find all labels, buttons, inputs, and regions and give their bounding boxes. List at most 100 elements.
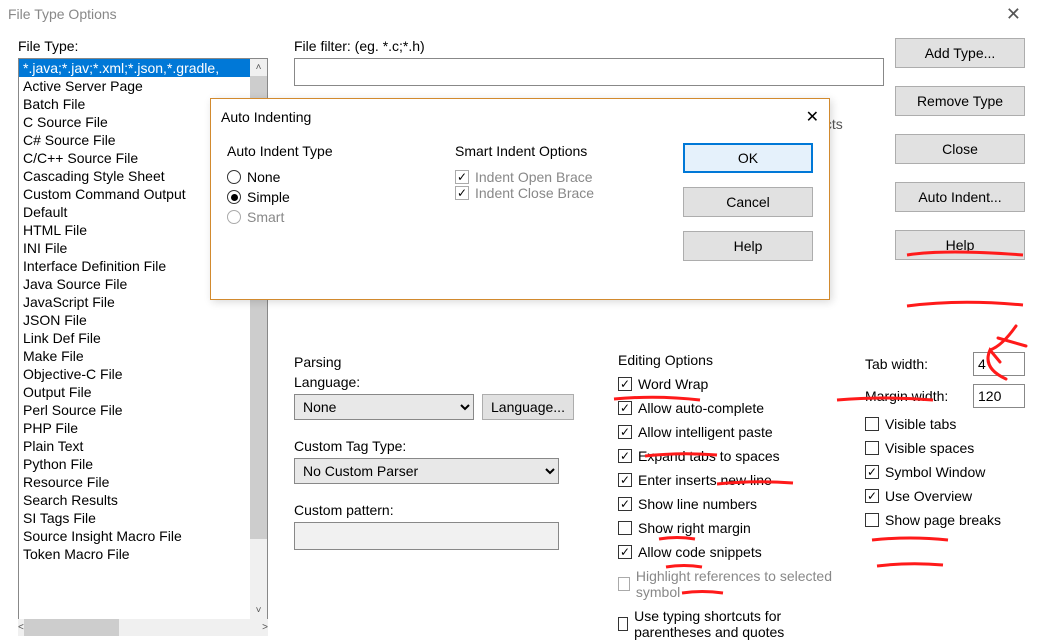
checkbox-icon bbox=[618, 401, 632, 415]
filetype-item[interactable]: JSON File bbox=[19, 311, 250, 329]
checkbox-label: Indent Close Brace bbox=[475, 185, 594, 201]
indent-type-label: Auto Indent Type bbox=[227, 143, 435, 159]
add-type-button[interactable]: Add Type... bbox=[895, 38, 1025, 68]
checkbox-label: Show right margin bbox=[638, 520, 751, 536]
radio-label: None bbox=[247, 169, 280, 185]
filetype-item[interactable]: *.java;*.jav;*.xml;*.json,*.gradle, bbox=[19, 59, 250, 77]
filter-input[interactable] bbox=[294, 58, 884, 86]
checkbox-icon bbox=[865, 465, 879, 479]
checkbox-label: Visible tabs bbox=[885, 416, 956, 432]
editing-checkbox[interactable]: Show right margin bbox=[618, 520, 837, 536]
filetype-item[interactable]: Token Macro File bbox=[19, 545, 250, 563]
auto-indent-button[interactable]: Auto Indent... bbox=[895, 182, 1025, 212]
radio-label: Simple bbox=[247, 189, 290, 205]
auto-indent-dialog: Auto Indenting ✕ Auto Indent Type None Si… bbox=[210, 98, 830, 300]
remove-type-button[interactable]: Remove Type bbox=[895, 86, 1025, 116]
checkbox-icon bbox=[455, 186, 469, 200]
checkbox-icon bbox=[618, 449, 632, 463]
checkbox-label: Allow intelligent paste bbox=[638, 424, 773, 440]
indent-radio[interactable]: Simple bbox=[227, 189, 435, 205]
editing-checkbox[interactable]: Visible tabs bbox=[865, 416, 1025, 432]
radio-icon bbox=[227, 170, 241, 184]
indent-radio: Smart bbox=[227, 209, 435, 225]
radio-icon bbox=[227, 210, 241, 224]
checkbox-label: Visible spaces bbox=[885, 440, 974, 456]
editing-checkbox[interactable]: Word Wrap bbox=[618, 376, 837, 392]
checkbox-icon bbox=[618, 377, 632, 391]
filetype-item[interactable]: Python File bbox=[19, 455, 250, 473]
h-scroll-thumb[interactable] bbox=[24, 619, 119, 636]
editing-checkbox[interactable]: Symbol Window bbox=[865, 464, 1025, 480]
filetype-item[interactable]: Source Insight Macro File bbox=[19, 527, 250, 545]
filetype-label: File Type: bbox=[18, 38, 268, 54]
checkbox-icon bbox=[618, 617, 628, 631]
smart-indent-label: Smart Indent Options bbox=[455, 143, 663, 159]
scroll-down-icon[interactable]: ˅ bbox=[250, 602, 267, 619]
checkbox-icon bbox=[865, 441, 879, 455]
close-icon[interactable]: ✕ bbox=[998, 4, 1029, 25]
editing-checkbox[interactable]: Show line numbers bbox=[618, 496, 837, 512]
checkbox-icon bbox=[618, 473, 632, 487]
editing-checkbox[interactable]: Allow auto-complete bbox=[618, 400, 837, 416]
tab-width-label: Tab width: bbox=[865, 356, 965, 372]
checkbox-label: Highlight references to selected symbol bbox=[636, 568, 837, 600]
filetype-item[interactable]: Make File bbox=[19, 347, 250, 365]
editing-checkbox[interactable]: Expand tabs to spaces bbox=[618, 448, 837, 464]
editing-checkbox[interactable]: Show page breaks bbox=[865, 512, 1025, 528]
checkbox-label: Use Overview bbox=[885, 488, 972, 504]
filetype-item[interactable]: Perl Source File bbox=[19, 401, 250, 419]
checkbox-icon bbox=[618, 545, 632, 559]
filetype-item[interactable]: Active Server Page bbox=[19, 77, 250, 95]
checkbox-icon bbox=[455, 170, 469, 184]
custom-pattern-label: Custom pattern: bbox=[294, 502, 594, 518]
custom-pattern-input[interactable] bbox=[294, 522, 559, 550]
checkbox-icon bbox=[865, 489, 879, 503]
checkbox-label: Word Wrap bbox=[638, 376, 708, 392]
checkbox-icon bbox=[618, 521, 632, 535]
custom-tag-select[interactable]: No Custom Parser bbox=[294, 458, 559, 484]
filetype-item[interactable]: PHP File bbox=[19, 419, 250, 437]
smart-indent-checkbox: Indent Close Brace bbox=[455, 185, 663, 201]
radio-label: Smart bbox=[247, 209, 284, 225]
dialog-close-icon[interactable]: ✕ bbox=[806, 107, 819, 127]
filetype-item[interactable]: Objective-C File bbox=[19, 365, 250, 383]
checkbox-label: Expand tabs to spaces bbox=[638, 448, 780, 464]
tab-width-input[interactable] bbox=[973, 352, 1025, 376]
help-button[interactable]: Help bbox=[895, 230, 1025, 260]
indent-radio[interactable]: None bbox=[227, 169, 435, 185]
radio-icon bbox=[227, 190, 241, 204]
checkbox-icon bbox=[865, 513, 879, 527]
language-label: Language: bbox=[294, 374, 594, 390]
checkbox-label: Symbol Window bbox=[885, 464, 985, 480]
language-select[interactable]: None bbox=[294, 394, 474, 420]
close-button[interactable]: Close bbox=[895, 134, 1025, 164]
filetype-item[interactable]: Output File bbox=[19, 383, 250, 401]
editing-checkbox[interactable]: Visible spaces bbox=[865, 440, 1025, 456]
editing-checkbox[interactable]: Use Overview bbox=[865, 488, 1025, 504]
cancel-button[interactable]: Cancel bbox=[683, 187, 813, 217]
checkbox-icon bbox=[618, 577, 630, 591]
horizontal-scrollbar[interactable]: ˂ ˃ bbox=[18, 619, 268, 636]
dialog-help-button[interactable]: Help bbox=[683, 231, 813, 261]
filetype-item[interactable]: Search Results bbox=[19, 491, 250, 509]
filetype-item[interactable]: Plain Text bbox=[19, 437, 250, 455]
scroll-up-icon[interactable]: ˄ bbox=[250, 59, 267, 76]
parsing-title: Parsing bbox=[294, 354, 594, 370]
language-button[interactable]: Language... bbox=[482, 394, 574, 420]
filter-label: File filter: (eg. *.c;*.h) bbox=[294, 38, 884, 54]
filetype-item[interactable]: Resource File bbox=[19, 473, 250, 491]
margin-width-input[interactable] bbox=[973, 384, 1025, 408]
ok-button[interactable]: OK bbox=[683, 143, 813, 173]
editing-checkbox[interactable]: Enter inserts new line bbox=[618, 472, 837, 488]
filetype-item[interactable]: Link Def File bbox=[19, 329, 250, 347]
window-title: File Type Options bbox=[8, 6, 117, 22]
editing-checkbox[interactable]: Allow intelligent paste bbox=[618, 424, 837, 440]
editing-checkbox[interactable]: Allow code snippets bbox=[618, 544, 837, 560]
checkbox-label: Indent Open Brace bbox=[475, 169, 593, 185]
checkbox-label: Show line numbers bbox=[638, 496, 757, 512]
custom-tag-label: Custom Tag Type: bbox=[294, 438, 594, 454]
editing-checkbox[interactable]: Use typing shortcuts for parentheses and… bbox=[618, 608, 837, 640]
dialog-title: Auto Indenting bbox=[221, 109, 311, 125]
margin-width-label: Margin width: bbox=[865, 388, 965, 404]
filetype-item[interactable]: SI Tags File bbox=[19, 509, 250, 527]
